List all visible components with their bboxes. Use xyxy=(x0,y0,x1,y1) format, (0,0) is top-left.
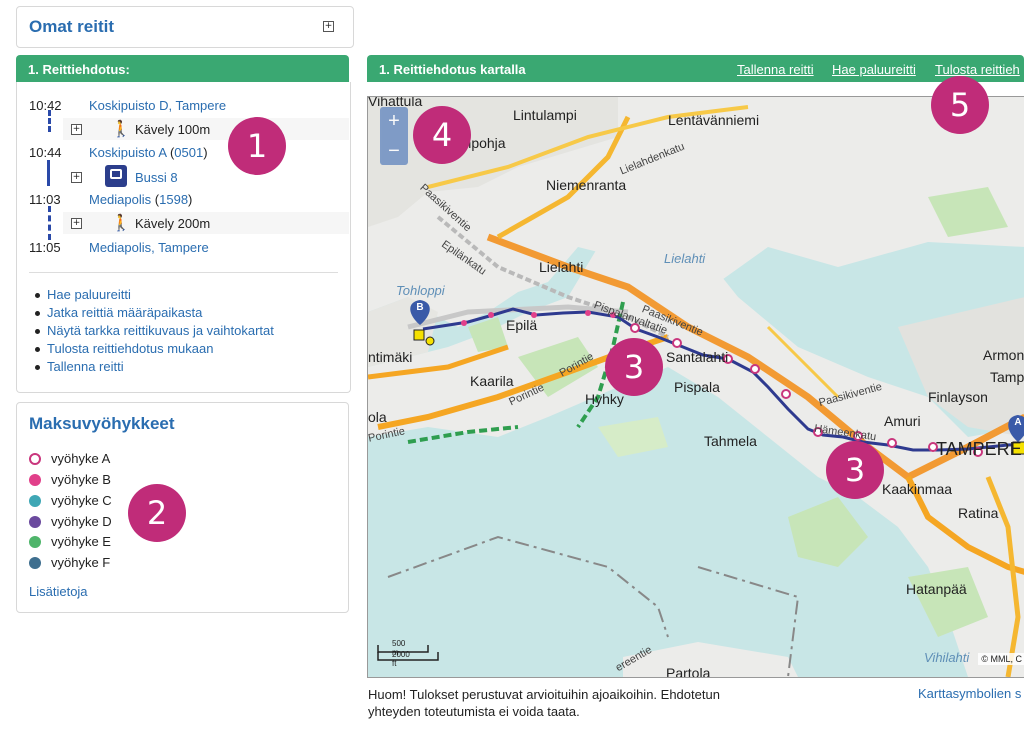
return-route-link[interactable]: Hae paluureitti xyxy=(47,287,131,302)
stop-link[interactable]: Mediapolis, Tampere xyxy=(89,240,209,255)
stop-link[interactable]: Koskipuisto D, Tampere xyxy=(89,98,226,113)
map-label: Kaarila xyxy=(470,373,514,389)
zoom-control: + − xyxy=(380,107,408,165)
leg-label: Kävely 100m xyxy=(135,122,211,137)
bus-icon xyxy=(105,165,127,187)
walk-line xyxy=(48,110,51,132)
print-route-link[interactable]: Tulosta reittieh xyxy=(935,62,1020,77)
map-label: Pispala xyxy=(674,379,720,395)
stop-entry: Mediapolis (1598) xyxy=(89,192,193,207)
stop-time: 10:44 xyxy=(29,145,62,160)
bus-line-link[interactable]: Bussi 8 xyxy=(135,170,178,185)
callout-badge: 4 xyxy=(413,106,471,164)
route-header-title: 1. Reittiehdotus: xyxy=(28,62,130,77)
zone-f-icon xyxy=(29,557,41,569)
expand-icon[interactable]: + xyxy=(323,21,334,32)
continue-route-link[interactable]: Jatka reittiä määräpaikasta xyxy=(47,305,202,320)
map-label: Lintulampi xyxy=(513,107,577,123)
save-route-link[interactable]: Tallenna reitti xyxy=(737,62,814,77)
walk-icon: 🚶 xyxy=(111,121,131,138)
map-label: Finlayson xyxy=(928,389,988,405)
route-actions: Hae paluureitti Jatka reittiä määräpaika… xyxy=(33,287,274,377)
leg-label: Kävely 200m xyxy=(135,216,211,231)
divider xyxy=(29,272,338,273)
route-header: 1. Reittiehdotus: xyxy=(16,55,349,82)
map-label: Tohloppi xyxy=(396,283,445,298)
map-label: Hyhky xyxy=(585,391,624,407)
zone-c-icon xyxy=(29,495,41,507)
map-label: Niemenranta xyxy=(546,177,627,193)
zoom-in-button[interactable]: + xyxy=(380,107,408,135)
list-item: Tulosta reittiehdotus mukaan xyxy=(35,341,274,359)
fare-zones-title: Maksuvyöhykkeet xyxy=(29,414,175,433)
walk-line xyxy=(48,206,51,240)
map-header: 1. Reittiehdotus kartalla Tallenna reitt… xyxy=(367,55,1024,82)
callout-badge: 3 xyxy=(605,338,663,396)
detailed-route-link[interactable]: Näytä tarkka reittikuvaus ja vaihtokarta… xyxy=(47,323,274,338)
map-label: Vihilahti xyxy=(924,650,970,665)
save-route-link[interactable]: Tallenna reitti xyxy=(47,359,124,374)
my-routes-panel: Omat reitit + xyxy=(16,6,354,48)
callout-badge: 2 xyxy=(128,484,186,542)
more-info-link[interactable]: Lisätietoja xyxy=(29,584,88,599)
departure-time: 10:42 xyxy=(29,98,62,113)
expand-icon[interactable]: + xyxy=(71,124,82,135)
map-symbols-link[interactable]: Karttasymbolien s xyxy=(918,686,1021,701)
marker-b-label[interactable]: B xyxy=(414,302,426,313)
stop-link[interactable]: Mediapolis xyxy=(89,192,151,207)
map-label: Partola xyxy=(666,665,711,678)
bus-line xyxy=(47,160,50,186)
map-label: Hatanpää xyxy=(906,581,967,597)
print-route-link[interactable]: Tulosta reittiehdotus mukaan xyxy=(47,341,213,356)
map-label: Amuri xyxy=(884,413,921,429)
map-label: TAMPERE xyxy=(936,439,1022,459)
callout-badge: 5 xyxy=(931,76,989,134)
stop-code-link[interactable]: 0501 xyxy=(174,145,203,160)
list-item: Hae paluureitti xyxy=(35,287,274,305)
map-label: Vihattula xyxy=(368,96,423,109)
stop-code-link[interactable]: 1598 xyxy=(159,192,188,207)
arrival-time: 11:05 xyxy=(29,240,61,255)
expand-icon[interactable]: + xyxy=(71,172,82,183)
map-label: Tamp xyxy=(990,369,1024,385)
map-label: Santalahti xyxy=(666,349,729,365)
walk-icon: 🚶 xyxy=(111,215,131,232)
list-item: Tallenna reitti xyxy=(35,359,274,377)
leg-bus: + Bussi 8 xyxy=(63,165,349,188)
stop-link[interactable]: Koskipuisto A xyxy=(89,145,166,160)
map-label: Tahmela xyxy=(704,433,757,449)
route-map[interactable]: + − Vihattula Lintulampi Lentävänniemi m… xyxy=(367,96,1024,678)
stop-time: 11:03 xyxy=(29,192,61,207)
leg-walk: + 🚶 Kävely 200m xyxy=(63,212,349,234)
map-label: ntimäki xyxy=(368,349,413,365)
map-label: Armon xyxy=(983,347,1024,363)
leg-walk: + 🚶 Kävely 100m xyxy=(63,118,349,140)
map-label: Lielahti xyxy=(664,251,706,266)
expand-icon[interactable]: + xyxy=(71,218,82,229)
marker-a-label[interactable]: A xyxy=(1012,417,1024,428)
callout-badge: 3 xyxy=(826,441,884,499)
map-label: Lentävänniemi xyxy=(668,112,760,128)
zone-a-icon xyxy=(29,453,41,465)
return-route-link[interactable]: Hae paluureitti xyxy=(832,62,916,77)
route-panel: 10:42 Koskipuisto D, Tampere + 🚶 Kävely … xyxy=(16,82,351,393)
my-routes-title[interactable]: Omat reitit xyxy=(29,17,114,37)
callout-badge: 1 xyxy=(228,117,286,175)
map-copyright: © MML, C xyxy=(978,653,1024,665)
zone-e-icon xyxy=(29,536,41,548)
zone-b-icon xyxy=(29,474,41,486)
map-label: Ratina xyxy=(958,505,999,521)
map-label: ola xyxy=(368,409,387,425)
map-label: Lielahti xyxy=(539,259,584,275)
list-item: Näytä tarkka reittikuvaus ja vaihtokarta… xyxy=(35,323,274,341)
map-label: Kaakinmaa xyxy=(882,481,953,497)
disclaimer-note: Huom! Tulokset perustuvat arvioituihin a… xyxy=(368,687,720,719)
map-header-title: 1. Reittiehdotus kartalla xyxy=(379,62,526,77)
list-item: Jatka reittiä määräpaikasta xyxy=(35,305,274,323)
map-label: Epilä xyxy=(506,317,538,333)
zoom-out-button[interactable]: − xyxy=(380,137,408,165)
stop-entry: Koskipuisto A (0501) xyxy=(89,145,208,160)
zone-d-icon xyxy=(29,516,41,528)
